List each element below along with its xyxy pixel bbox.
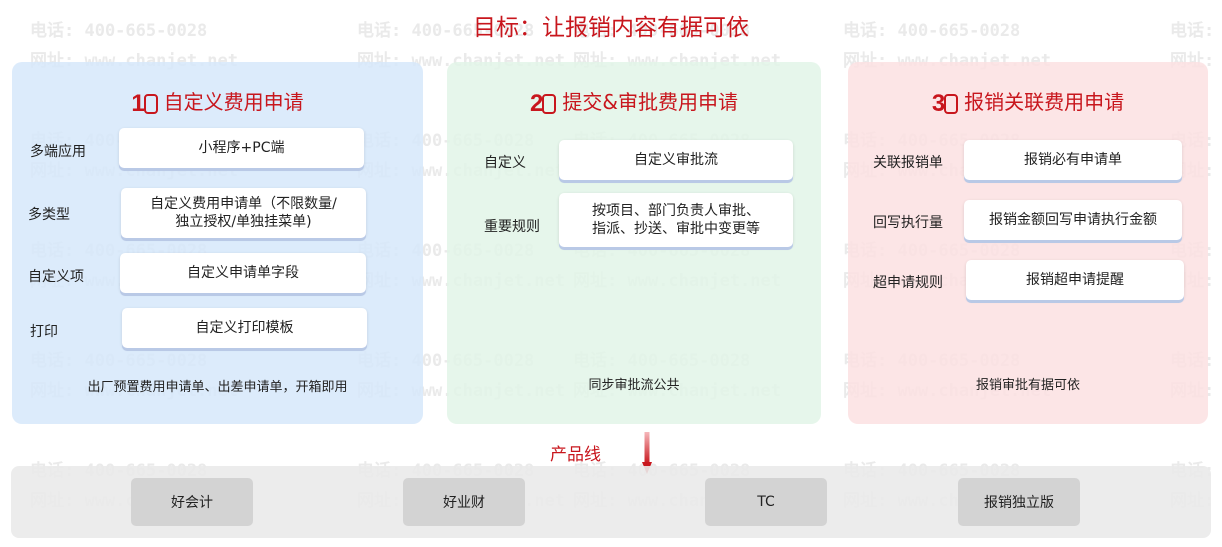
row-label: 自定义项 bbox=[28, 269, 84, 285]
feature-box: 自定义打印模板 bbox=[122, 308, 367, 348]
step-ring-icon bbox=[944, 94, 959, 114]
step-number-3: 3 bbox=[932, 90, 964, 118]
panel-title-text: 提交&审批费用申请 bbox=[562, 90, 738, 114]
row-label: 回写执行量 bbox=[873, 215, 943, 231]
panel-title-text: 报销关联费用申请 bbox=[964, 90, 1125, 114]
feature-box: 按项目、部门负责人审批、 指派、抄送、审批中变更等 bbox=[559, 193, 793, 247]
panel-title: 2 提交&审批费用申请 bbox=[447, 86, 821, 118]
row-label: 多类型 bbox=[28, 207, 70, 223]
goal-title: 目标：让报销内容有据可依 bbox=[473, 15, 749, 41]
panel-note: 出厂预置费用申请单、出差申请单，开箱即用 bbox=[87, 380, 348, 395]
feature-box: 自定义费用申请单（不限数量/ 独立授权/单独挂菜单) bbox=[121, 188, 366, 238]
box-line: 独立授权/单独挂菜单) bbox=[175, 214, 312, 230]
product-line-label: 产品线 bbox=[550, 445, 601, 465]
feature-box: 自定义申请单字段 bbox=[120, 253, 366, 293]
row-label: 打印 bbox=[30, 324, 58, 340]
product-box: 好业财 bbox=[403, 478, 525, 526]
panel-title: 3 报销关联费用申请 bbox=[848, 86, 1208, 118]
row-label: 重要规则 bbox=[484, 219, 540, 235]
row-label: 超申请规则 bbox=[873, 275, 943, 291]
feature-box: 报销必有申请单 bbox=[964, 140, 1182, 180]
step-number-2: 2 bbox=[530, 90, 562, 118]
panel-submit-approve: 2 提交&审批费用申请 自定义 自定义审批流 重要规则 按项目、部门负责人审批、 … bbox=[447, 62, 821, 424]
panel-title: 1 自定义费用申请 bbox=[12, 86, 423, 118]
feature-box: 报销超申请提醒 bbox=[966, 260, 1184, 300]
row-label: 多端应用 bbox=[30, 144, 86, 160]
box-line: 指派、抄送、审批中变更等 bbox=[592, 221, 760, 237]
panel-note: 报销审批有据可依 bbox=[975, 378, 1080, 393]
panel-custom-expense-request: 1 自定义费用申请 多端应用 小程序+PC端 多类型 自定义费用申请单（不限数量/… bbox=[12, 62, 423, 424]
product-box: TC bbox=[705, 478, 827, 526]
step-number-1: 1 bbox=[131, 90, 163, 118]
product-box: 好会计 bbox=[131, 478, 253, 526]
step-ring-icon bbox=[143, 94, 158, 114]
diagram-canvas: 电话: 400-665-0028 网址: www.chanjet.net 电话: 4… bbox=[0, 0, 1222, 547]
row-label: 关联报销单 bbox=[873, 155, 943, 171]
panel-title-text: 自定义费用申请 bbox=[163, 90, 304, 114]
product-box: 报销独立版 bbox=[958, 478, 1080, 526]
panel-note: 同步审批流公共 bbox=[588, 378, 680, 393]
feature-box: 小程序+PC端 bbox=[119, 128, 364, 168]
panel-reimbursement-link: 3 报销关联费用申请 关联报销单 报销必有申请单 回写执行量 报销金额回写申请执行… bbox=[848, 62, 1208, 424]
step-ring-icon bbox=[542, 94, 557, 114]
row-label: 自定义 bbox=[484, 155, 526, 171]
box-line: 按项目、部门负责人审批、 bbox=[592, 203, 760, 219]
box-line: 自定义费用申请单（不限数量/ bbox=[150, 196, 337, 212]
feature-box: 报销金额回写申请执行金额 bbox=[964, 200, 1182, 240]
feature-box: 自定义审批流 bbox=[559, 140, 793, 180]
